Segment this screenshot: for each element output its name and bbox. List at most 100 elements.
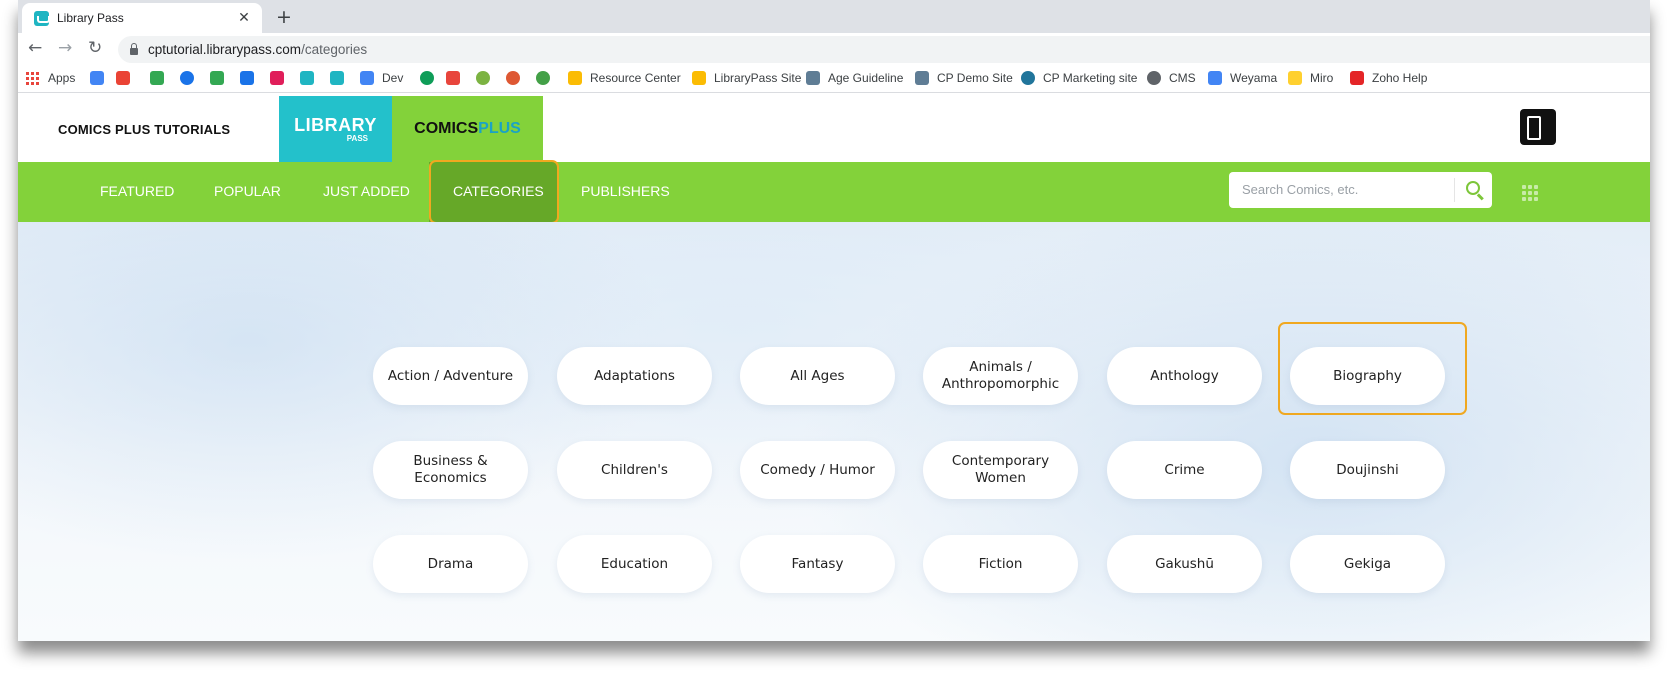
bookmark-slack-7[interactable] bbox=[270, 71, 292, 85]
librarypass-favicon-icon bbox=[34, 10, 50, 26]
category-pill-education[interactable]: Education bbox=[557, 535, 712, 593]
wordpress-icon bbox=[1021, 71, 1035, 85]
category-pill-fiction[interactable]: Fiction bbox=[923, 535, 1078, 593]
reload-icon[interactable]: ↻ bbox=[88, 38, 102, 58]
nav-publishers[interactable]: PUBLISHERS bbox=[581, 183, 670, 199]
search-box[interactable]: Search Comics, etc. bbox=[1229, 172, 1492, 208]
browser-toolbar: ← → ↻ cptutorial.librarypass.com/categor… bbox=[18, 33, 1650, 65]
bookmark-label: Miro bbox=[1310, 71, 1334, 85]
bookmark-label: CP Marketing site bbox=[1043, 71, 1138, 85]
bookmark-qr-6[interactable] bbox=[240, 71, 262, 85]
duck-icon bbox=[506, 71, 520, 85]
bookmark-age-guideline[interactable]: Age Guideline bbox=[806, 71, 903, 85]
mobile-device-icon[interactable] bbox=[1520, 109, 1556, 145]
category-pill-drama[interactable]: Drama bbox=[373, 535, 528, 593]
bookmark-apps[interactable]: Apps bbox=[26, 71, 75, 85]
category-pill-crime[interactable]: Crime bbox=[1107, 441, 1262, 499]
zoho-icon bbox=[1350, 71, 1364, 85]
tab-strip: Library Pass ✕ + bbox=[18, 0, 1650, 33]
bookmark-librarypass-8[interactable] bbox=[300, 71, 322, 85]
category-pill-all-ages[interactable]: All Ages bbox=[740, 347, 895, 405]
bookmark-calendar-1[interactable] bbox=[90, 71, 112, 85]
site-title[interactable]: COMICS PLUS TUTORIALS bbox=[58, 122, 230, 137]
lock-icon bbox=[130, 42, 138, 55]
flow-icon bbox=[446, 71, 460, 85]
forward-arrow-icon[interactable]: → bbox=[58, 38, 72, 58]
search-divider bbox=[1454, 178, 1455, 202]
bookmark-label: CMS bbox=[1169, 71, 1196, 85]
category-pill-fantasy[interactable]: Fantasy bbox=[740, 535, 895, 593]
nav-just-added[interactable]: JUST ADDED bbox=[323, 183, 410, 199]
bookmark-label: LibraryPass Site bbox=[714, 71, 802, 85]
bookmark-label: Apps bbox=[48, 71, 76, 85]
qr-icon bbox=[240, 71, 254, 85]
leaf-icon bbox=[210, 71, 224, 85]
menu-grid-icon[interactable] bbox=[1522, 185, 1538, 201]
browser-window: Library Pass ✕ + ← → ↻ cptutorial.librar… bbox=[18, 0, 1650, 641]
frog-icon bbox=[536, 71, 550, 85]
doc-icon bbox=[915, 71, 929, 85]
q-icon bbox=[476, 71, 490, 85]
url-text: cptutorial.librarypass.com/categories bbox=[148, 42, 368, 57]
apps-grid-icon bbox=[26, 71, 39, 85]
category-pill-adaptations[interactable]: Adaptations bbox=[557, 347, 712, 405]
category-pill-business-economics[interactable]: Business & Economics bbox=[373, 441, 528, 499]
bookmark-label: Age Guideline bbox=[828, 71, 904, 85]
category-pill-gekiga[interactable]: Gekiga bbox=[1290, 535, 1445, 593]
search-input[interactable]: Search Comics, etc. bbox=[1242, 182, 1358, 197]
librarypass-icon bbox=[330, 71, 344, 85]
close-icon[interactable]: ✕ bbox=[232, 10, 256, 26]
bookmark-label: Dev bbox=[382, 71, 404, 85]
bookmark-dev[interactable]: Dev bbox=[360, 71, 403, 85]
nav-popular[interactable]: POPULAR bbox=[214, 183, 281, 199]
bookmark-label: Zoho Help bbox=[1372, 71, 1428, 85]
tab-title: Library Pass bbox=[57, 11, 124, 25]
bookmark-librarypass-site[interactable]: LibraryPass Site bbox=[692, 71, 801, 85]
bookmark-zoho-help[interactable]: Zoho Help bbox=[1350, 71, 1427, 85]
bookmark-cp-marketing-site[interactable]: CP Marketing site bbox=[1021, 71, 1137, 85]
bookmark-miro[interactable]: Miro bbox=[1288, 71, 1333, 85]
bookmark-label: Resource Center bbox=[590, 71, 681, 85]
category-pill-contemporary-women[interactable]: Contemporary Women bbox=[923, 441, 1078, 499]
category-pill-action-adventure[interactable]: Action / Adventure bbox=[373, 347, 528, 405]
bookmark-drive-3[interactable] bbox=[150, 71, 172, 85]
comicsplus-logo[interactable]: COMICS PLUS bbox=[392, 96, 543, 162]
bookmark-gmail-2[interactable] bbox=[116, 71, 138, 85]
bookmark-frog-15[interactable] bbox=[536, 71, 558, 85]
category-pill-comedy-humor[interactable]: Comedy / Humor bbox=[740, 441, 895, 499]
bookmark-q-13[interactable] bbox=[476, 71, 498, 85]
bookmark-librarypass-9[interactable] bbox=[330, 71, 352, 85]
category-pill-children-s[interactable]: Children's bbox=[557, 441, 712, 499]
category-pill-biography[interactable]: Biography bbox=[1290, 347, 1445, 405]
docs-icon bbox=[1208, 71, 1222, 85]
drive-icon bbox=[150, 71, 164, 85]
new-tab-button[interactable]: + bbox=[276, 6, 292, 28]
back-arrow-icon[interactable]: ← bbox=[28, 38, 42, 58]
bookmark-resource-center[interactable]: Resource Center bbox=[568, 71, 681, 85]
librarypass-logo[interactable]: LIBRARY PASS bbox=[279, 96, 392, 162]
bookmark-weyama[interactable]: Weyama bbox=[1208, 71, 1277, 85]
globe-icon bbox=[1147, 71, 1161, 85]
nav-featured[interactable]: FEATURED bbox=[100, 183, 174, 199]
address-bar[interactable]: cptutorial.librarypass.com/categories bbox=[118, 36, 1650, 63]
category-pill-doujinshi[interactable]: Doujinshi bbox=[1290, 441, 1445, 499]
bookmark-flow-12[interactable] bbox=[446, 71, 468, 85]
category-pill-anthology[interactable]: Anthology bbox=[1107, 347, 1262, 405]
doc-icon bbox=[806, 71, 820, 85]
browser-tab[interactable]: Library Pass ✕ bbox=[22, 3, 262, 33]
bookmark-circle-c-4[interactable] bbox=[180, 71, 202, 85]
gmail-icon bbox=[116, 71, 130, 85]
bookmark-cms[interactable]: CMS bbox=[1147, 71, 1196, 85]
cb-icon bbox=[420, 71, 434, 85]
bookmark-label: CP Demo Site bbox=[937, 71, 1013, 85]
bookmark-label: Weyama bbox=[1230, 71, 1278, 85]
category-pill-animals-anthropomorphic[interactable]: Animals / Anthropomorphic bbox=[923, 347, 1078, 405]
category-pill-gakush[interactable]: Gakushū bbox=[1107, 535, 1262, 593]
bookmark-cp-demo-site[interactable]: CP Demo Site bbox=[915, 71, 1013, 85]
site-header: COMICS PLUS TUTORIALS LIBRARY PASS COMIC… bbox=[18, 96, 1650, 162]
bookmark-cb-11[interactable] bbox=[420, 71, 442, 85]
search-icon[interactable] bbox=[1466, 181, 1480, 195]
bookmark-leaf-5[interactable] bbox=[210, 71, 232, 85]
circle-c-icon bbox=[180, 71, 194, 85]
bookmark-duck-14[interactable] bbox=[506, 71, 528, 85]
